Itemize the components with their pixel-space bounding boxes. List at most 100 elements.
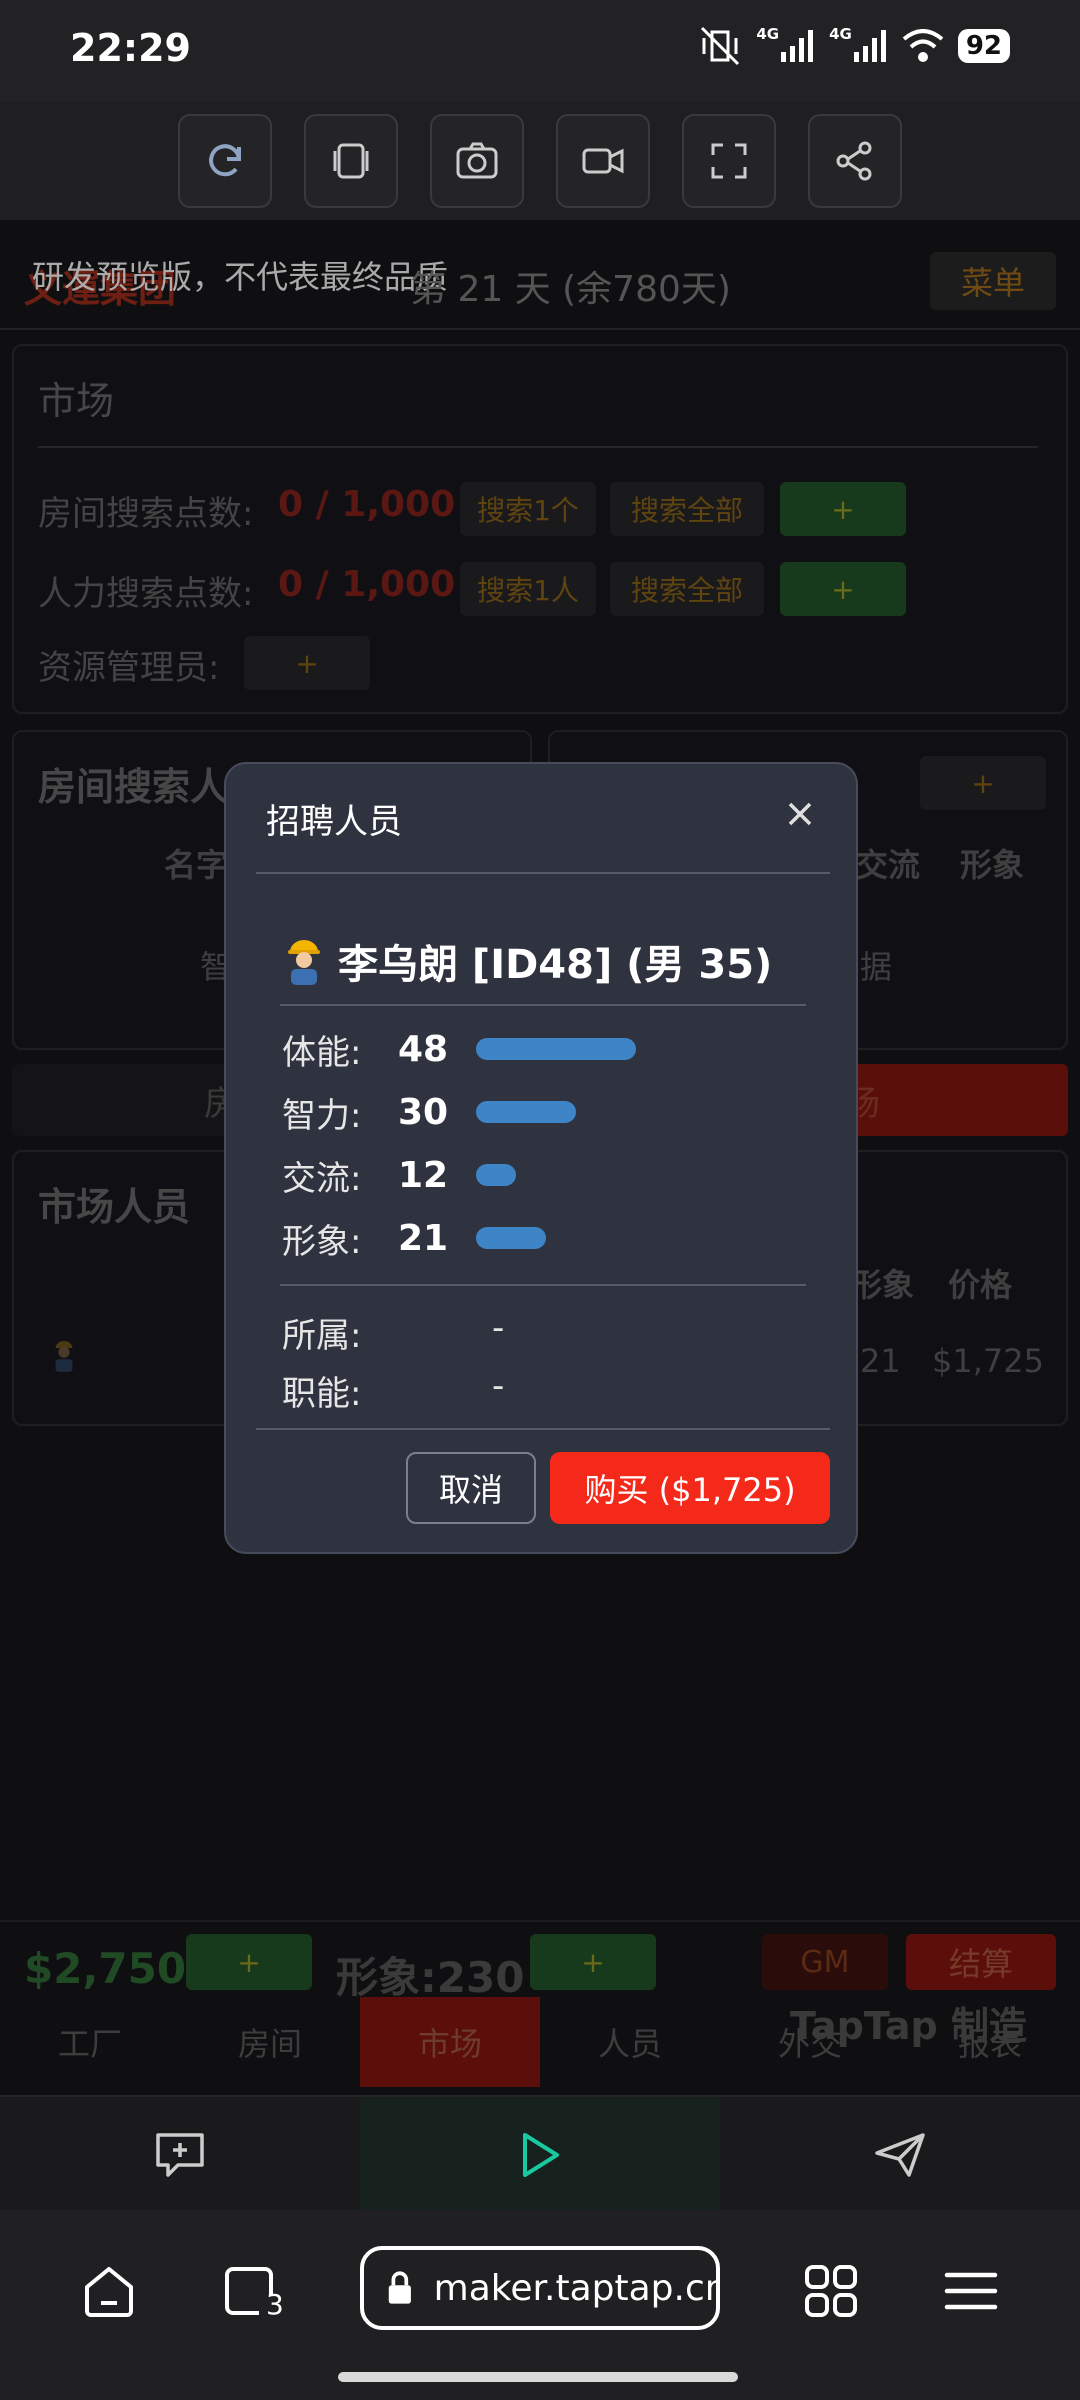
role-row: 职能: - — [282, 1366, 504, 1415]
apps-button[interactable] — [796, 2256, 866, 2326]
layers-button[interactable] — [304, 114, 398, 208]
share-button[interactable] — [808, 114, 902, 208]
screenshot-button[interactable] — [430, 114, 524, 208]
dialog-divider-bottom — [256, 1428, 830, 1430]
stat-bar — [476, 1101, 576, 1123]
add-money-button[interactable]: + — [186, 1934, 312, 1990]
candidate-name: 李乌朗 [ID48] (男 35) — [338, 942, 773, 988]
mute-vibrate-icon — [698, 26, 742, 66]
share-icon — [836, 141, 872, 181]
preview-notice: 研发预览版，不代表最终品质 — [32, 258, 449, 296]
refresh-button[interactable] — [178, 114, 272, 208]
url-text: maker.taptap.cn/ — [433, 2267, 716, 2309]
home-icon — [85, 2267, 133, 2317]
search-one-person-button[interactable]: 搜索1人 — [460, 562, 596, 616]
close-icon — [788, 802, 812, 826]
address-bar[interactable]: maker.taptap.cn/ — [360, 2246, 720, 2330]
room-search-title: 房间搜索人 — [38, 765, 229, 809]
battery-indicator: 92 — [957, 29, 1010, 63]
status-bar: 22:29 4G 4G 92 — [0, 0, 1080, 102]
stat-value: 48 — [398, 1028, 449, 1070]
belong-value: - — [492, 1308, 505, 1348]
search-all-rooms-button[interactable]: 搜索全部 — [610, 482, 764, 536]
lock-icon — [388, 2271, 411, 2304]
add-image-button[interactable]: + — [530, 1934, 656, 1990]
stat-label: 形象: — [282, 1221, 362, 1262]
settle-button[interactable]: 结算 — [906, 1934, 1056, 1990]
record-button[interactable] — [556, 114, 650, 208]
hamburger-icon — [944, 2272, 998, 2310]
buy-button[interactable]: 购买 ($1,725) — [550, 1452, 830, 1524]
cancel-button[interactable]: 取消 — [406, 1452, 536, 1524]
clock: 22:29 — [70, 26, 191, 70]
camera-icon — [456, 142, 498, 179]
stat-label: 交流: — [282, 1158, 362, 1199]
stat-row-image: 形象: 21 — [282, 1213, 546, 1263]
fullscreen-button[interactable] — [682, 114, 776, 208]
add-resource-manager-button[interactable]: + — [244, 636, 370, 690]
tab-rooms[interactable]: 房间 — [180, 1997, 360, 2087]
menu-button[interactable]: 菜单 — [930, 252, 1056, 310]
col-image-2: 形象 — [850, 1266, 915, 1304]
row-price-value: $1,725 — [932, 1342, 1044, 1380]
day-counter: 第 21 天 (余780天) — [410, 269, 731, 310]
add-hr-button[interactable]: + — [920, 756, 1046, 810]
dialog-divider-name — [280, 1004, 806, 1006]
row-image-value: 21 — [860, 1342, 901, 1380]
status-icons: 4G 4G 92 — [698, 25, 1010, 66]
comment-button[interactable] — [0, 2097, 360, 2212]
search-all-people-button[interactable]: 搜索全部 — [610, 562, 764, 616]
add-room-points-button[interactable]: + — [780, 482, 906, 536]
home-button[interactable] — [74, 2256, 144, 2326]
browser-nav-bar: 3 maker.taptap.cn/ — [0, 2210, 1080, 2400]
hire-dialog: 招聘人员 李乌朗 [ID48] (男 35) 体能: 48 智力: 30 交流:… — [224, 762, 858, 1554]
send-button[interactable] — [720, 2097, 1080, 2212]
add-hr-points-button[interactable]: + — [780, 562, 906, 616]
tab-factory[interactable]: 工厂 — [0, 1997, 180, 2087]
wifi-icon — [902, 26, 944, 66]
market-panel-title: 市场 — [38, 379, 115, 423]
tab-staff[interactable]: 人员 — [540, 1997, 720, 2087]
taptap-watermark: TapTap 制造 — [790, 2004, 1027, 2048]
tab-count: 3 — [266, 2288, 284, 2321]
worker-icon — [284, 937, 324, 985]
play-button[interactable] — [360, 2097, 720, 2212]
grid-icon — [805, 2265, 857, 2317]
stat-bar — [476, 1038, 636, 1060]
col-comm: 交流 — [856, 846, 921, 884]
stat-label: 体能: — [282, 1032, 362, 1073]
stat-bar — [476, 1227, 546, 1249]
home-indicator[interactable] — [338, 2372, 738, 2382]
search-one-room-button[interactable]: 搜索1个 — [460, 482, 596, 536]
gm-button[interactable]: GM — [762, 1934, 888, 1990]
belong-label: 所属: — [282, 1316, 362, 1356]
game-header: 义運集团 研发预览版，不代表最终品质 第 21 天 (余780天) 菜单 — [0, 220, 1080, 330]
refresh-icon — [209, 144, 241, 177]
tab-market[interactable]: 市场 — [360, 1997, 540, 2087]
market-people-title: 市场人员 — [38, 1185, 191, 1229]
stat-value: 30 — [398, 1091, 449, 1133]
hr-search-value: 0 / 1,000 — [278, 564, 456, 605]
menu-button-browser[interactable] — [936, 2256, 1006, 2326]
stat-row-communication: 交流: 12 — [282, 1150, 516, 1200]
video-icon — [582, 148, 624, 174]
close-button[interactable] — [780, 794, 820, 834]
role-value: - — [492, 1366, 505, 1406]
hr-search-label: 人力搜索点数: — [38, 574, 254, 614]
tool-bar — [0, 102, 1080, 220]
col-price: 价格 — [948, 1266, 1013, 1304]
play-icon — [523, 2132, 559, 2177]
role-label: 职能: — [282, 1374, 362, 1414]
stat-bar — [476, 1164, 516, 1186]
image-stat: 形象:230 — [336, 1953, 525, 2002]
dialog-divider-stats — [280, 1284, 806, 1286]
market-panel: 市场 房间搜索点数: 0 / 1,000 搜索1个 搜索全部 + 人力搜索点数:… — [12, 344, 1068, 714]
dialog-title: 招聘人员 — [266, 802, 402, 842]
col-name: 名字 — [164, 846, 229, 884]
signal-4g-icon-2: 4G — [829, 25, 888, 66]
layers-icon — [333, 143, 369, 179]
stat-row-stamina: 体能: 48 — [282, 1024, 636, 1074]
room-search-label: 房间搜索点数: — [38, 494, 254, 534]
page-action-bar — [0, 2095, 1080, 2212]
stat-value: 21 — [398, 1217, 449, 1259]
